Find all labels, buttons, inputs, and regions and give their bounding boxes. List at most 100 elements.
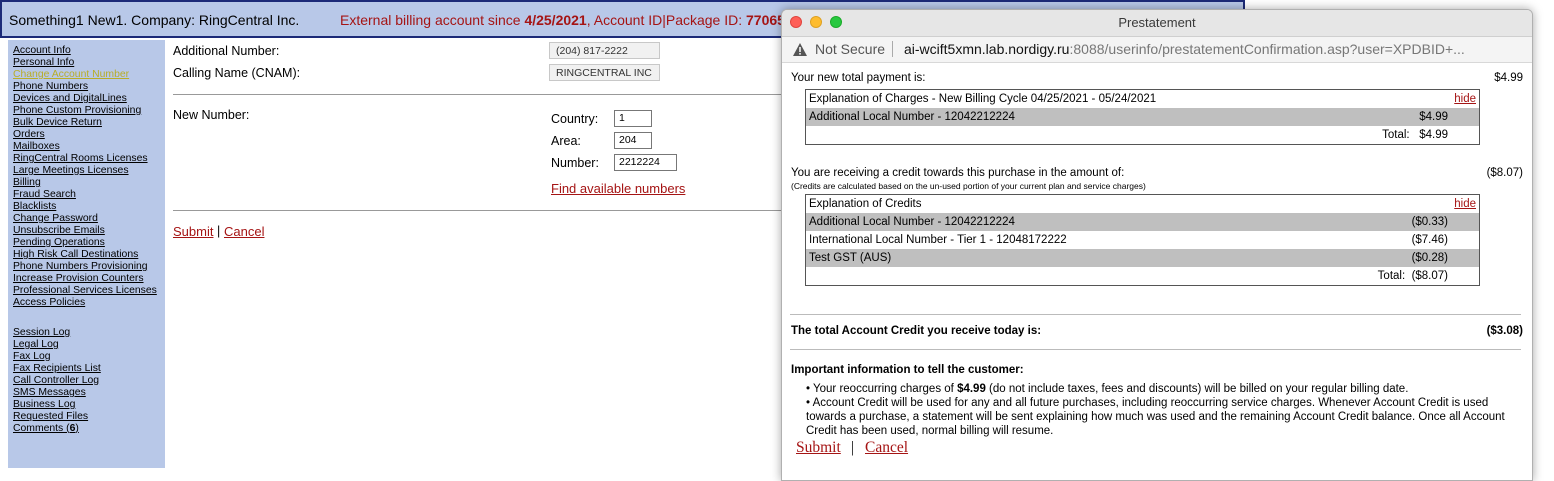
- divider: [790, 349, 1521, 350]
- charges-header: Explanation of Charges - New Billing Cyc…: [806, 90, 1479, 108]
- sidebar-item-orders[interactable]: Orders: [13, 129, 157, 141]
- url-bar[interactable]: Not Secure ai-wcift5xmn.lab.nordigy.ru:8…: [782, 37, 1532, 63]
- charges-total-label: Total:: [1382, 129, 1410, 141]
- total-credit-label: The total Account Credit you receive tod…: [791, 325, 1042, 337]
- account-title: Something1 New1. Company: RingCentral In…: [9, 12, 300, 28]
- sidebar-item-fraud-search[interactable]: Fraud Search: [13, 189, 157, 201]
- table-row: International Local Number - Tier 1 - 12…: [806, 231, 1479, 249]
- charges-header-label: Explanation of Charges - New Billing Cyc…: [809, 93, 1157, 105]
- reoccurring-charges-note: • Your reoccurring charges of $4.99 (do …: [806, 382, 1522, 396]
- sidebar-item-blacklists[interactable]: Blacklists: [13, 201, 157, 213]
- window-titlebar: Prestatement: [782, 10, 1532, 37]
- hide-charges-link[interactable]: hide: [1454, 90, 1476, 108]
- sidebar-item-mailboxes[interactable]: Mailboxes: [13, 141, 157, 153]
- billing-prefix: External billing account since: [340, 12, 525, 28]
- credit-item-label: International Local Number - Tier 1 - 12…: [809, 234, 1067, 246]
- credits-total-label: Total:: [1377, 270, 1406, 282]
- url-path: :8088/userinfo/prestatementConfirmation.…: [1069, 41, 1465, 57]
- sidebar-item-high-risk[interactable]: High Risk Call Destinations: [13, 249, 157, 261]
- page-url[interactable]: ai-wcift5xmn.lab.nordigy.ru:8088/userinf…: [904, 41, 1465, 57]
- credit-amount: ($8.07): [1486, 167, 1523, 179]
- sidebar-item-professional-services[interactable]: Professional Services Licenses: [13, 285, 157, 297]
- credit-item-amount: ($0.33): [1411, 216, 1448, 228]
- sidebar-item-unsubscribe-emails[interactable]: Unsubscribe Emails: [13, 225, 157, 237]
- sidebar-item-billing[interactable]: Billing: [13, 177, 157, 189]
- popup-cancel-link[interactable]: Cancel: [865, 439, 908, 457]
- sidebar-item-change-password[interactable]: Change Password: [13, 213, 157, 225]
- sidebar-item-change-account-number[interactable]: Change Account Number: [13, 69, 157, 81]
- sidebar-item-large-meetings[interactable]: Large Meetings Licenses: [13, 165, 157, 177]
- credits-total: Total: ($8.07): [1378, 267, 1448, 285]
- prestatement-window: Prestatement Not Secure ai-wcift5xmn.lab…: [781, 9, 1533, 481]
- cancel-link[interactable]: Cancel: [224, 224, 264, 239]
- credits-table: Explanation of Credits hide Additional L…: [805, 194, 1480, 286]
- sidebar-item-rooms-licenses[interactable]: RingCentral Rooms Licenses: [13, 153, 157, 165]
- country-input[interactable]: 1: [614, 110, 652, 127]
- additional-number-value: (204) 817-2222: [549, 42, 660, 59]
- credit-label: You are receiving a credit towards this …: [791, 167, 1125, 179]
- divider: [173, 94, 781, 95]
- sidebar-item-fax-log[interactable]: Fax Log: [13, 351, 101, 363]
- credit-item-amount: ($0.28): [1411, 252, 1448, 264]
- sidebar-item-bulk-device-return[interactable]: Bulk Device Return: [13, 117, 157, 129]
- sidebar-item-requested-files[interactable]: Requested Files: [13, 411, 101, 423]
- bullet1-amount: $4.99: [957, 383, 986, 395]
- additional-number-label: Additional Number:: [173, 44, 280, 58]
- sidebar-item-access-policies[interactable]: Access Policies: [13, 297, 157, 309]
- hide-credits-link[interactable]: hide: [1454, 195, 1476, 213]
- comments-label: Comments (: [13, 423, 70, 434]
- total-credit-amount: ($3.08): [1486, 325, 1523, 337]
- submit-link[interactable]: Submit: [173, 224, 213, 239]
- sidebar-item-phone-numbers[interactable]: Phone Numbers: [13, 81, 157, 93]
- billing-info: External billing account since 4/25/2021…: [340, 12, 820, 28]
- payment-label: Your new total payment is:: [791, 72, 926, 84]
- warning-icon: [793, 43, 807, 56]
- credits-total-value: ($8.07): [1411, 270, 1448, 282]
- sidebar-item-account-info[interactable]: Account Info: [13, 45, 157, 57]
- table-row: Additional Local Number - 12042212224 $4…: [806, 108, 1479, 126]
- new-number-label: New Number:: [173, 108, 250, 122]
- cnam-value: RINGCENTRAL INC: [549, 64, 660, 81]
- sidebar-item-pending-operations[interactable]: Pending Operations: [13, 237, 157, 249]
- comments-close: ): [75, 423, 79, 434]
- sidebar-item-session-log[interactable]: Session Log: [13, 327, 101, 339]
- charge-label: Additional Local Number - 12042212224: [809, 111, 1015, 123]
- credit-item-label: Additional Local Number - 12042212224: [809, 216, 1015, 228]
- popup-submit-link[interactable]: Submit: [796, 439, 841, 457]
- charges-table: Explanation of Charges - New Billing Cyc…: [805, 89, 1480, 145]
- window-title: Prestatement: [1118, 15, 1196, 30]
- sidebar-item-sms-messages[interactable]: SMS Messages: [13, 387, 101, 399]
- country-label: Country:: [551, 112, 599, 126]
- find-available-numbers-link[interactable]: Find available numbers: [551, 181, 685, 196]
- credit-item-label: Test GST (AUS): [809, 252, 892, 264]
- number-label: Number:: [551, 156, 599, 170]
- sidebar-item-increase-counters[interactable]: Increase Provision Counters: [13, 273, 157, 285]
- divider: [790, 314, 1521, 315]
- sidebar-item-fax-recipients[interactable]: Fax Recipients List: [13, 363, 101, 375]
- important-heading: Important information to tell the custom…: [791, 364, 1024, 376]
- sidebar-item-call-controller-log[interactable]: Call Controller Log: [13, 375, 101, 387]
- sidebar-menu: Account Info Personal Info Change Accoun…: [13, 45, 157, 309]
- sidebar-item-business-log[interactable]: Business Log: [13, 399, 101, 411]
- payment-amount: $4.99: [1494, 72, 1523, 84]
- sidebar-item-phone-custom-provisioning[interactable]: Phone Custom Provisioning: [13, 105, 157, 117]
- number-input[interactable]: 2212224: [614, 154, 677, 171]
- cnam-label: Calling Name (CNAM):: [173, 66, 301, 80]
- billing-date: 4/25/2021: [524, 12, 587, 28]
- divider: [173, 210, 781, 211]
- area-input[interactable]: 204: [614, 132, 652, 149]
- billing-mid: , Account ID|Package ID:: [586, 12, 747, 28]
- sidebar-item-legal-log[interactable]: Legal Log: [13, 339, 101, 351]
- sidebar-item-personal-info[interactable]: Personal Info: [13, 57, 157, 69]
- credits-header-label: Explanation of Credits: [809, 198, 922, 210]
- url-separator: [892, 41, 893, 57]
- sidebar-item-numbers-provisioning[interactable]: Phone Numbers Provisioning: [13, 261, 157, 273]
- credit-item-amount: ($7.46): [1411, 234, 1448, 246]
- credits-total-row: Total: ($8.07): [806, 267, 1479, 285]
- charge-amount: $4.99: [1419, 111, 1448, 123]
- credit-note: (Credits are calculated based on the un-…: [791, 181, 1146, 191]
- popup-separator: |: [851, 439, 855, 456]
- sidebar-item-devices[interactable]: Devices and DigitalLines: [13, 93, 157, 105]
- sidebar-item-comments[interactable]: Comments (6): [13, 423, 101, 435]
- charges-total-row: Total: $4.99: [806, 126, 1479, 144]
